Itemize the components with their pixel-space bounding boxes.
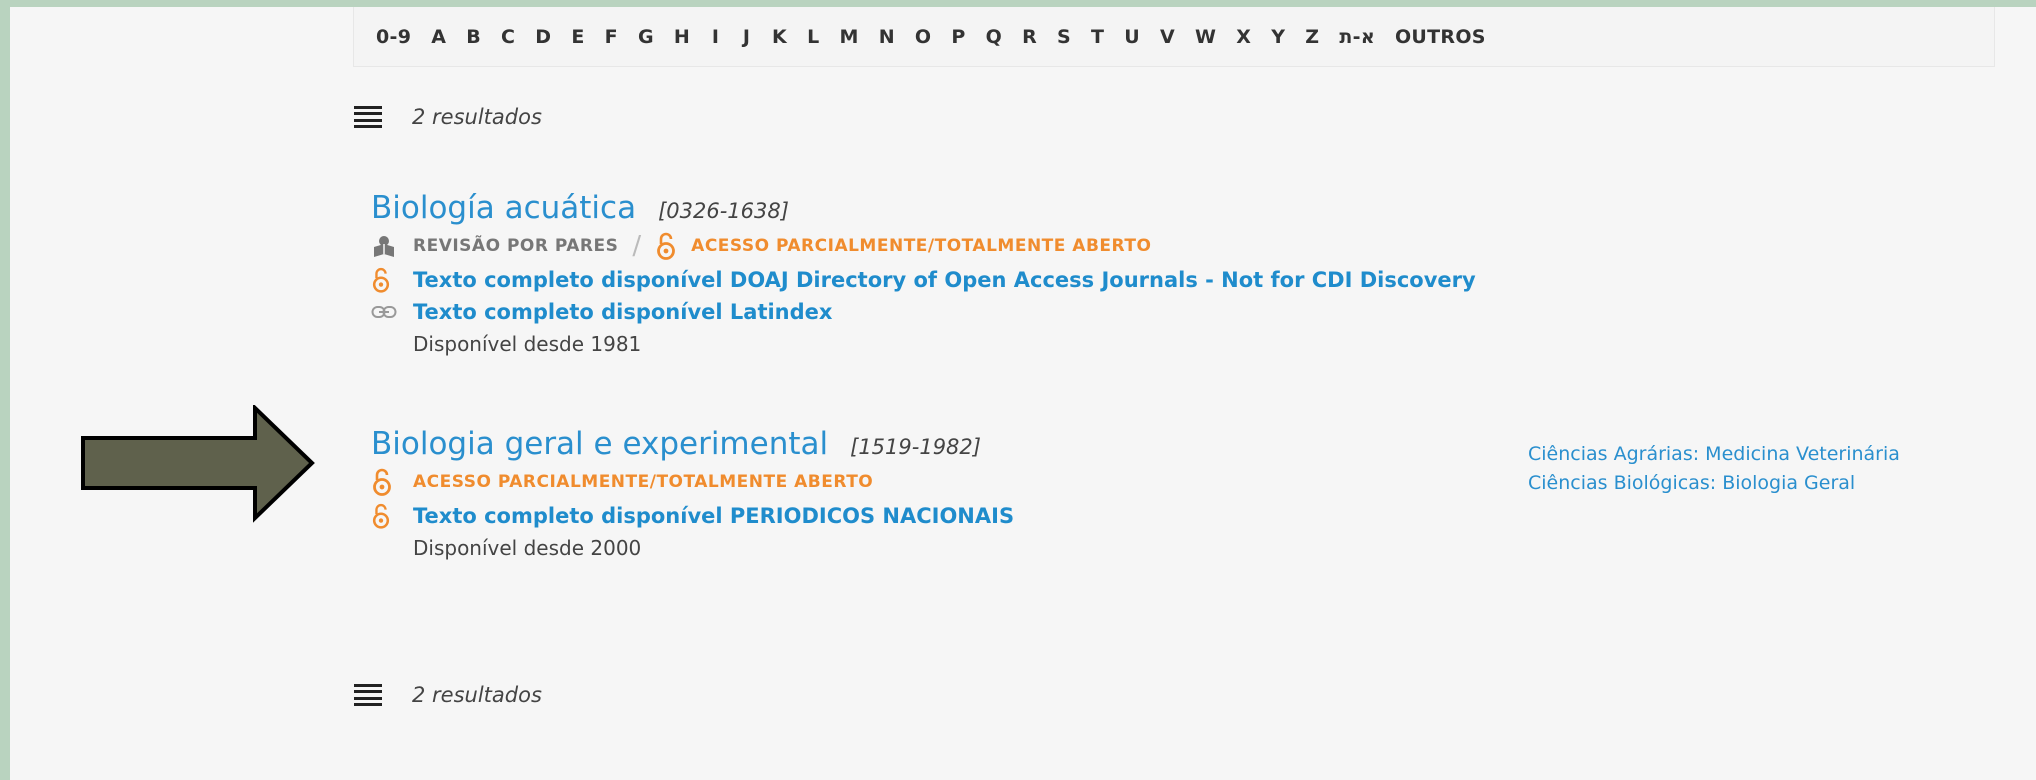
availability-text: Disponível desde 2000 <box>413 536 642 560</box>
alpha-t[interactable]: T <box>1081 26 1114 48</box>
availability-text: Disponível desde 1981 <box>413 332 642 356</box>
alpha-z[interactable]: Z <box>1295 26 1329 48</box>
subject-list: Ciências Agrárias: Medicina Veterinária … <box>1528 440 1900 498</box>
alpha-a[interactable]: A <box>421 26 456 48</box>
results-count: 2 resultados <box>412 683 542 707</box>
open-access-icon <box>371 468 413 496</box>
alpha-p[interactable]: P <box>941 26 975 48</box>
badge-separator: / <box>632 231 642 261</box>
fulltext-link-latindex[interactable]: Texto completo disponível Latindex <box>413 300 832 324</box>
fulltext-link-doaj[interactable]: Texto completo disponível DOAJ Directory… <box>413 268 1476 292</box>
alpha-h[interactable]: H <box>664 26 700 48</box>
fulltext-link-periodicos[interactable]: Texto completo disponível PERIODICOS NAC… <box>413 504 1014 528</box>
list-view-icon[interactable] <box>354 684 382 706</box>
alpha-n[interactable]: N <box>869 26 905 48</box>
result-item: Biología acuática [0326-1638] REVISÃO PO… <box>371 190 1476 356</box>
alpha-d[interactable]: D <box>525 26 561 48</box>
peer-review-icon <box>371 233 413 259</box>
alpha-s[interactable]: S <box>1047 26 1081 48</box>
alpha-0-9[interactable]: 0-9 <box>366 26 421 48</box>
page-content: 0-9 A B C D E F G H I J K L M N O P Q R … <box>10 7 2036 780</box>
open-access-badge: ACESSO PARCIALMENTE/TOTALMENTE ABERTO <box>413 472 874 492</box>
record-issn: [0326-1638] <box>658 199 789 223</box>
list-view-icon[interactable] <box>354 106 382 128</box>
record-title-link[interactable]: Biología acuática <box>371 190 636 226</box>
pointer-arrow-icon <box>81 405 315 523</box>
record-title-link[interactable]: Biologia geral e experimental <box>371 426 828 462</box>
alpha-r[interactable]: R <box>1012 26 1047 48</box>
alpha-i[interactable]: I <box>700 26 731 48</box>
alpha-o[interactable]: O <box>905 26 941 48</box>
alpha-v[interactable]: V <box>1150 26 1185 48</box>
alpha-j[interactable]: J <box>731 26 762 48</box>
results-count: 2 resultados <box>412 105 542 129</box>
subject-link[interactable]: Ciências Biológicas: Biologia Geral <box>1528 469 1900 498</box>
alpha-outros[interactable]: OUTROS <box>1385 26 1496 48</box>
alphabet-bar: 0-9 A B C D E F G H I J K L M N O P Q R … <box>353 7 1995 67</box>
alpha-l[interactable]: L <box>797 26 829 48</box>
alpha-x[interactable]: X <box>1226 26 1261 48</box>
alpha-b[interactable]: B <box>456 26 491 48</box>
open-access-icon <box>655 232 677 260</box>
alpha-y[interactable]: Y <box>1261 26 1295 48</box>
alpha-g[interactable]: G <box>628 26 664 48</box>
open-lock-icon <box>371 267 413 293</box>
alpha-f[interactable]: F <box>595 26 628 48</box>
results-summary-top: 2 resultados <box>354 105 542 129</box>
peer-review-badge: REVISÃO POR PARES <box>413 236 619 256</box>
result-item: Biologia geral e experimental [1519-1982… <box>371 426 1014 560</box>
alpha-u[interactable]: U <box>1114 26 1150 48</box>
alpha-m[interactable]: M <box>830 26 869 48</box>
alpha-hebrew[interactable]: א-ת <box>1329 26 1385 48</box>
subject-link[interactable]: Ciências Agrárias: Medicina Veterinária <box>1528 440 1900 469</box>
alpha-k[interactable]: K <box>762 26 797 48</box>
alpha-c[interactable]: C <box>491 26 525 48</box>
open-lock-icon <box>371 503 413 529</box>
alpha-w[interactable]: W <box>1185 26 1226 48</box>
link-icon <box>371 305 413 319</box>
open-access-badge: ACESSO PARCIALMENTE/TOTALMENTE ABERTO <box>691 236 1152 256</box>
alpha-q[interactable]: Q <box>976 26 1012 48</box>
results-summary-bottom: 2 resultados <box>354 683 542 707</box>
alpha-e[interactable]: E <box>561 26 594 48</box>
record-issn: [1519-1982] <box>850 435 981 459</box>
